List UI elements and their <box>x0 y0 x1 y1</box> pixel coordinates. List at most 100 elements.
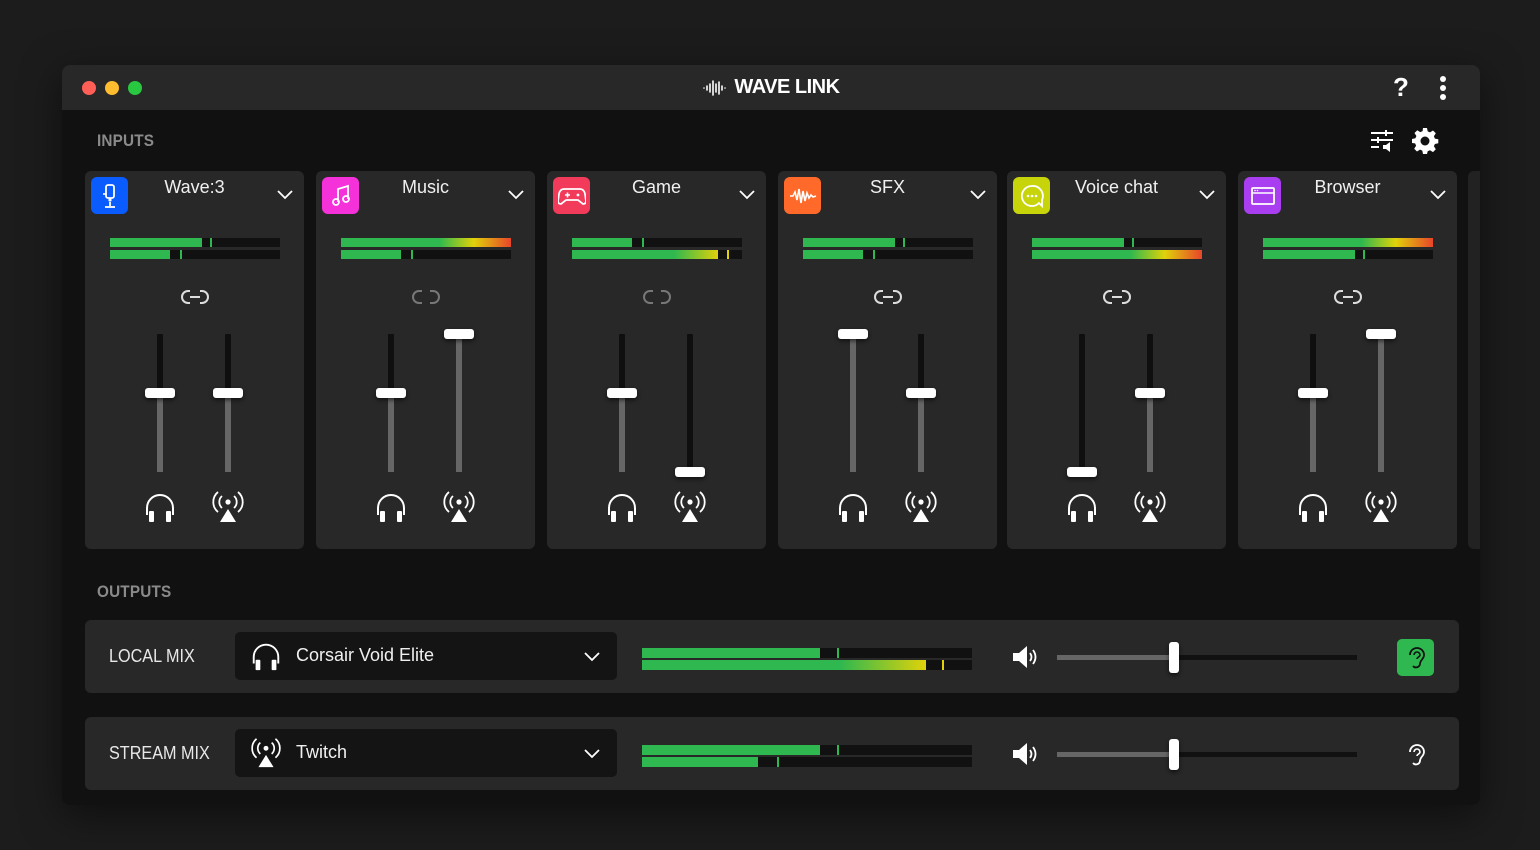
local-mix-volume-slider[interactable] <box>607 334 637 474</box>
slider-handle[interactable] <box>213 388 243 399</box>
meter-peak <box>410 250 413 259</box>
input-channel-card-browser: Browser <box>1238 171 1457 549</box>
level-meter-left <box>1032 238 1202 247</box>
stream-mix-volume-slider[interactable] <box>213 334 243 474</box>
link-icon[interactable] <box>180 287 209 307</box>
monitor-mix-button[interactable] <box>1397 736 1434 773</box>
output-device-select[interactable]: Twitch <box>235 729 617 777</box>
level-meter-right <box>642 757 972 767</box>
link-icon[interactable] <box>873 287 902 307</box>
local-mix-volume-slider[interactable] <box>376 334 406 474</box>
output-volume-slider[interactable] <box>1057 739 1357 770</box>
slider-handle[interactable] <box>1298 388 1328 399</box>
slider-handle[interactable] <box>1366 329 1396 339</box>
slider-handle[interactable] <box>675 467 705 477</box>
stream-mix-volume-slider[interactable] <box>1135 334 1165 474</box>
stream-mix-volume-slider[interactable] <box>906 334 936 474</box>
meter-fill <box>341 238 511 247</box>
slider-handle[interactable] <box>838 329 868 339</box>
link-icon[interactable] <box>1102 287 1131 307</box>
broadcast-icon <box>443 491 475 522</box>
output-volume-slider[interactable] <box>1057 642 1357 673</box>
unlink-icon[interactable] <box>411 287 440 307</box>
local-mix-volume-slider[interactable] <box>145 334 175 474</box>
meter-peak <box>872 250 875 259</box>
level-meter-right <box>803 250 973 259</box>
app-title: WAVE LINK <box>62 76 1480 99</box>
browser-window-icon <box>1250 186 1275 205</box>
chevron-down-icon[interactable] <box>276 188 294 200</box>
channel-icon <box>1244 177 1281 214</box>
slider-handle[interactable] <box>1169 739 1179 770</box>
chevron-down-icon[interactable] <box>969 188 987 200</box>
chevron-down-icon[interactable] <box>1198 188 1216 200</box>
meter-fill <box>803 250 863 259</box>
level-meter-right <box>110 250 280 259</box>
slider-handle[interactable] <box>376 388 406 399</box>
stream-mix-volume-slider[interactable] <box>444 329 474 474</box>
channel-icon <box>784 177 821 214</box>
monitor-mix-button[interactable] <box>1397 639 1434 676</box>
meter-fill <box>642 660 926 670</box>
level-meter-right <box>572 250 742 259</box>
local-mix-volume-slider[interactable] <box>838 329 868 474</box>
headphones-icon <box>1068 494 1096 522</box>
ear-icon <box>1408 646 1425 668</box>
level-meter-left <box>1263 238 1433 247</box>
meter-fill <box>642 757 758 767</box>
slider-handle[interactable] <box>145 388 175 399</box>
broadcast-icon <box>1134 491 1166 522</box>
app-window: WAVE LINK ? INPUTS Wave:3 Music Game SFX… <box>62 65 1480 805</box>
level-meter-left <box>572 238 742 247</box>
meter-fill <box>1263 250 1355 259</box>
meter-fill <box>1032 250 1202 259</box>
input-channel-card-game: Game <box>547 171 766 549</box>
ear-icon <box>1408 743 1425 765</box>
slider-handle[interactable] <box>906 388 936 399</box>
meter-fill <box>1263 238 1433 247</box>
meter-peak <box>836 648 839 658</box>
meter-peak <box>641 238 644 247</box>
output-device-select[interactable]: Corsair Void Elite <box>235 632 617 680</box>
headphones-icon <box>377 494 405 522</box>
local-mix-volume-slider[interactable] <box>1298 334 1328 474</box>
chevron-down-icon[interactable] <box>1429 188 1447 200</box>
unlink-icon[interactable] <box>642 287 671 307</box>
headphones-icon <box>146 494 174 522</box>
slider-handle[interactable] <box>444 329 474 339</box>
local-mix-volume-slider[interactable] <box>1067 334 1097 477</box>
level-meter-left <box>341 238 511 247</box>
music-note-icon <box>331 184 350 206</box>
stream-mix-volume-slider[interactable] <box>675 334 705 477</box>
channel-name: SFX <box>869 177 905 197</box>
inputs-section-label: INPUTS <box>97 131 155 150</box>
channel-name: Wave:3 <box>164 177 225 197</box>
speaker-mute-icon[interactable] <box>1010 644 1042 670</box>
stream-mix-volume-slider[interactable] <box>1366 329 1396 474</box>
mixer-settings-icon[interactable] <box>1369 127 1397 155</box>
gear-icon[interactable] <box>1411 127 1439 155</box>
slider-handle[interactable] <box>1067 467 1097 477</box>
waveform-icon <box>789 188 816 203</box>
chevron-down-icon <box>584 652 600 662</box>
slider-handle[interactable] <box>1135 388 1165 399</box>
meter-fill <box>803 238 895 247</box>
meter-peak <box>210 238 213 247</box>
speaker-mute-icon[interactable] <box>1010 741 1042 767</box>
channel-name: Browser <box>1314 177 1381 197</box>
link-icon[interactable] <box>1333 287 1362 307</box>
chevron-down-icon[interactable] <box>738 188 756 200</box>
wave-logo-icon <box>703 79 727 96</box>
more-options-icon[interactable] <box>1432 73 1454 103</box>
slider-handle[interactable] <box>1169 642 1179 673</box>
slider-handle[interactable] <box>607 388 637 399</box>
channel-name: Game <box>631 177 682 197</box>
mix-name: STREAM MIX <box>109 743 210 763</box>
output-device-name: Corsair Void Elite <box>296 645 435 665</box>
chevron-down-icon[interactable] <box>507 188 525 200</box>
help-button[interactable]: ? <box>1388 72 1414 102</box>
mix-name: LOCAL MIX <box>109 646 195 666</box>
meter-peak <box>179 250 182 259</box>
meter-peak <box>836 745 839 755</box>
headphones-icon <box>839 494 867 522</box>
